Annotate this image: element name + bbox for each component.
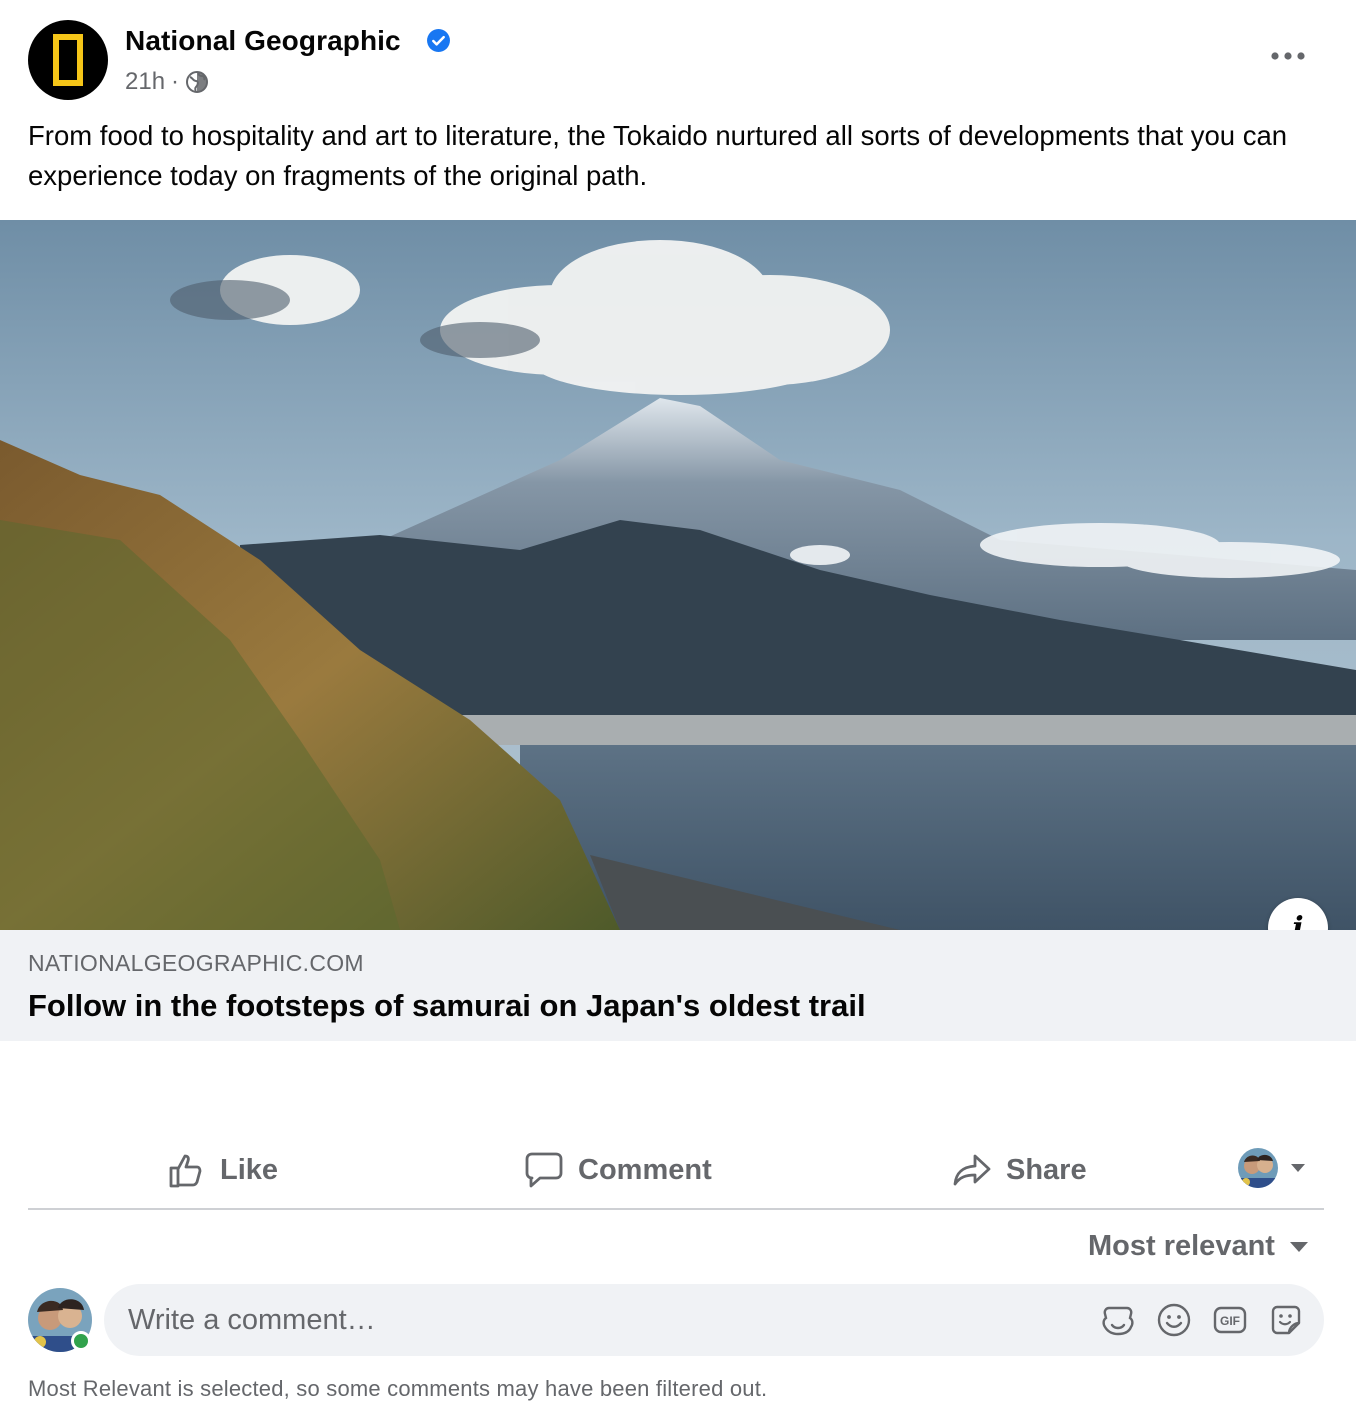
post-timestamp[interactable]: 21h — [125, 68, 165, 96]
verified-badge-icon — [427, 29, 450, 52]
post-meta: 21h · — [125, 68, 209, 96]
comment-label: Comment — [578, 1153, 712, 1186]
sticker-icon[interactable] — [1268, 1302, 1304, 1338]
share-label: Share — [1006, 1153, 1087, 1186]
avatar-sticker-icon[interactable] — [1100, 1302, 1136, 1338]
nat-geo-logo-frame — [53, 34, 83, 86]
chevron-down-icon — [1291, 1164, 1305, 1172]
meta-separator: · — [171, 68, 180, 95]
action-bar: Like Comment Share — [28, 1130, 1324, 1210]
landscape-illustration — [0, 220, 1356, 930]
sort-label: Most relevant — [1088, 1230, 1275, 1262]
link-preview-image[interactable] — [0, 220, 1356, 930]
page-name[interactable]: National Geographic — [125, 25, 401, 57]
composer-icons: GIF — [1100, 1302, 1304, 1338]
like-button[interactable]: Like — [166, 1130, 278, 1210]
comment-input[interactable] — [128, 1284, 1068, 1356]
like-label: Like — [220, 1153, 279, 1186]
comment-sort-dropdown[interactable]: Most relevant — [1088, 1230, 1309, 1263]
globe-icon[interactable] — [185, 70, 209, 94]
post-text: From food to hospitality and art to lite… — [28, 120, 1288, 191]
link-domain: NATIONALGEOGRAPHIC.COM — [28, 950, 364, 976]
page-avatar[interactable] — [28, 20, 108, 100]
filter-notice: Most Relevant is selected, so some comme… — [28, 1376, 768, 1401]
share-arrow-icon — [953, 1154, 991, 1186]
react-as-selector[interactable] — [1238, 1148, 1306, 1188]
share-button[interactable]: Share — [952, 1130, 1087, 1210]
more-options-button[interactable] — [1262, 38, 1314, 74]
comment-composer: GIF — [104, 1284, 1324, 1356]
chevron-down-icon — [1289, 1241, 1308, 1252]
link-preview-footer[interactable]: NATIONALGEOGRAPHIC.COM Follow in the foo… — [0, 930, 1356, 1041]
user-avatar-small — [1238, 1148, 1278, 1188]
svg-text:GIF: GIF — [1220, 1314, 1240, 1328]
comment-bubble-icon — [525, 1152, 563, 1188]
comment-button[interactable]: Comment — [524, 1130, 712, 1210]
online-status-indicator — [71, 1331, 91, 1351]
more-options-icon — [1271, 52, 1305, 60]
emoji-icon[interactable] — [1156, 1302, 1192, 1338]
post-header: National Geographic 21h · — [28, 20, 1328, 100]
link-title[interactable]: Follow in the footsteps of samurai on Ja… — [28, 988, 866, 1024]
gif-icon[interactable]: GIF — [1212, 1302, 1248, 1338]
thumbs-up-icon — [169, 1154, 202, 1188]
